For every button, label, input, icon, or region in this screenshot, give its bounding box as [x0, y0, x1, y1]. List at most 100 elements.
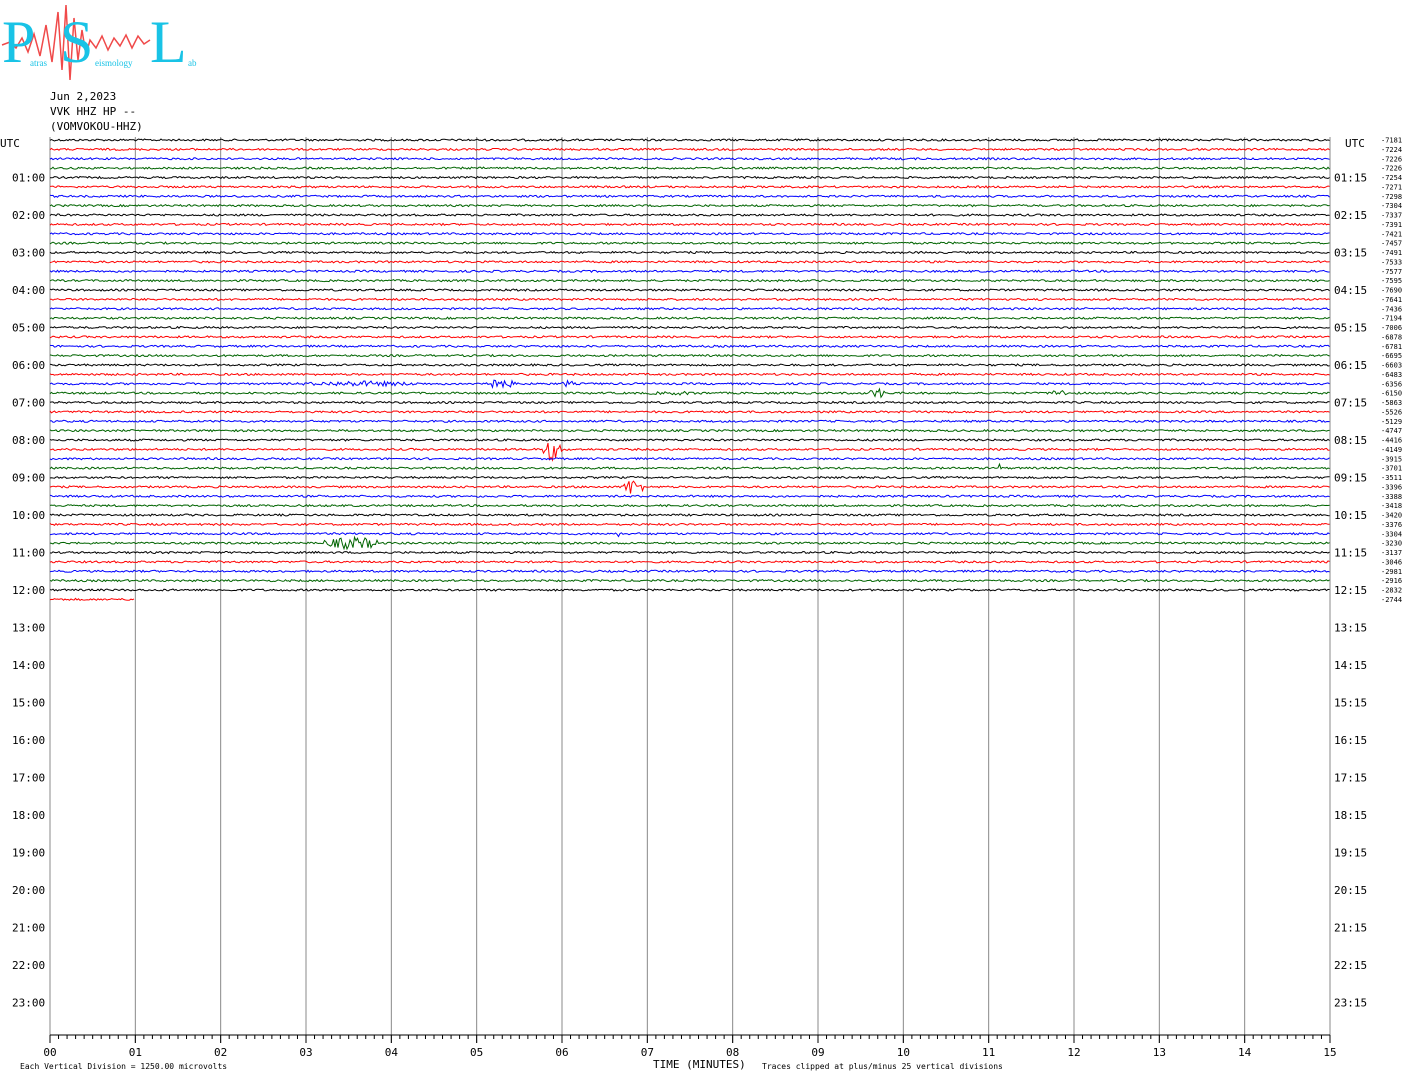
right-hour-label: 07:15 — [1334, 397, 1367, 410]
right-hour-label: 08:15 — [1334, 434, 1367, 447]
x-tick-label: 12 — [1067, 1046, 1080, 1059]
right-hour-label: 05:15 — [1334, 322, 1367, 335]
right-hour-label: 12:15 — [1334, 584, 1367, 597]
trace-mean-label: -7006 — [1381, 324, 1402, 332]
trace-mean-label: -7181 — [1381, 137, 1402, 145]
right-hour-label: 21:15 — [1334, 922, 1367, 935]
trace-mean-label: -2916 — [1381, 577, 1402, 585]
trace-line — [49, 307, 1330, 311]
trace-mean-label: -4149 — [1381, 446, 1402, 454]
x-tick-label: 10 — [897, 1046, 910, 1059]
trace-mean-label: -7577 — [1381, 268, 1402, 276]
trace-mean-label: -5863 — [1381, 399, 1402, 407]
division-note: Each Vertical Division = 1250.00 microvo… — [20, 1062, 228, 1071]
right-hour-label: 15:15 — [1334, 697, 1367, 710]
trace-mean-label: -3511 — [1381, 474, 1402, 482]
right-hour-label: 20:15 — [1334, 884, 1367, 897]
trace-line — [49, 278, 1330, 283]
trace-mean-label: -3304 — [1381, 530, 1402, 538]
trace-mean-label: -2832 — [1381, 587, 1402, 595]
trace-line — [49, 363, 1330, 367]
trace-mean-label: -7194 — [1381, 315, 1402, 323]
trace-line — [49, 588, 1330, 592]
trace-mean-label: -7391 — [1381, 221, 1402, 229]
x-tick-label: 01 — [129, 1046, 142, 1059]
trace-line — [49, 522, 1330, 527]
right-utc-label: UTC — [1345, 137, 1365, 150]
x-tick-label: 13 — [1153, 1046, 1166, 1059]
x-tick-label: 06 — [555, 1046, 568, 1059]
trace-line — [49, 316, 1330, 320]
right-hour-label: 06:15 — [1334, 359, 1367, 372]
trace-line — [49, 194, 1330, 198]
trace-line — [49, 419, 1330, 423]
trace-group — [49, 138, 1330, 602]
trace-mean-label: -7226 — [1381, 155, 1402, 163]
trace-line — [49, 410, 1330, 414]
trace-mean-label: -7304 — [1381, 202, 1402, 210]
trace-line — [49, 503, 1330, 508]
trace-line — [49, 147, 1330, 152]
clip-note: Traces clipped at plus/minus 25 vertical… — [762, 1062, 1003, 1071]
left-hour-label: 05:00 — [12, 322, 45, 335]
trace-line — [49, 475, 1330, 480]
left-hour-label: 03:00 — [12, 247, 45, 260]
left-hour-label: 23:00 — [12, 997, 45, 1010]
right-hour-label: 03:15 — [1334, 247, 1367, 260]
trace-mean-label: -3388 — [1381, 493, 1402, 501]
trace-mean-label: -7337 — [1381, 212, 1402, 220]
x-tick-label: 04 — [385, 1046, 399, 1059]
trace-line — [49, 288, 1330, 292]
trace-line — [49, 213, 1330, 217]
trace-line — [49, 269, 1330, 273]
trace-mean-label: -7254 — [1381, 174, 1402, 182]
trace-line — [49, 185, 1330, 189]
trace-mean-label: -7533 — [1381, 258, 1402, 266]
x-tick-label: 15 — [1323, 1046, 1336, 1059]
right-hour-label: 10:15 — [1334, 509, 1367, 522]
trace-mean-label: -7457 — [1381, 240, 1402, 248]
right-hour-label: 16:15 — [1334, 734, 1367, 747]
trace-mean-label: -5129 — [1381, 418, 1402, 426]
trace-mean-label: -3137 — [1381, 549, 1402, 557]
trace-line — [49, 560, 1330, 564]
left-hour-label: 10:00 — [12, 509, 45, 522]
trace-line — [49, 480, 1330, 494]
trace-mean-label: -7224 — [1381, 146, 1402, 154]
x-axis-title: TIME (MINUTES) — [653, 1058, 746, 1071]
trace-mean-label: -5526 — [1381, 408, 1402, 416]
trace-line — [49, 222, 1330, 227]
trace-line — [49, 372, 1330, 377]
trace-mean-label: -3396 — [1381, 483, 1402, 491]
left-hour-label: 17:00 — [12, 772, 45, 785]
left-hour-label: 07:00 — [12, 397, 45, 410]
right-hour-label: 01:15 — [1334, 172, 1367, 185]
trace-line — [49, 157, 1330, 161]
right-hour-label: 04:15 — [1334, 284, 1367, 297]
trace-mean-label: -7271 — [1381, 183, 1402, 191]
x-tick-label: 07 — [641, 1046, 654, 1059]
trace-mean-label: -7436 — [1381, 305, 1402, 313]
trace-mean-label: -7421 — [1381, 230, 1402, 238]
trace-line — [49, 325, 1330, 330]
x-tick-label: 11 — [982, 1046, 995, 1059]
right-hour-label: 22:15 — [1334, 959, 1367, 972]
left-hour-label: 21:00 — [12, 922, 45, 935]
left-hour-label: 11:00 — [12, 547, 45, 560]
right-hour-label: 09:15 — [1334, 472, 1367, 485]
left-hour-label: 04:00 — [12, 284, 45, 297]
trace-mean-label: -3915 — [1381, 455, 1402, 463]
trace-line — [49, 457, 1330, 461]
right-hour-label: 14:15 — [1334, 659, 1367, 672]
trace-line — [49, 550, 1330, 555]
trace-line — [49, 578, 1330, 583]
trace-mean-label: -2981 — [1381, 568, 1402, 576]
right-hour-label: 19:15 — [1334, 847, 1367, 860]
trace-line — [49, 532, 1330, 538]
left-hour-label: 01:00 — [12, 172, 45, 185]
left-hour-label: 20:00 — [12, 884, 45, 897]
trace-line — [50, 297, 1330, 302]
left-hour-label: 08:00 — [12, 434, 45, 447]
left-hour-label: 06:00 — [12, 359, 45, 372]
trace-line — [49, 462, 1330, 470]
